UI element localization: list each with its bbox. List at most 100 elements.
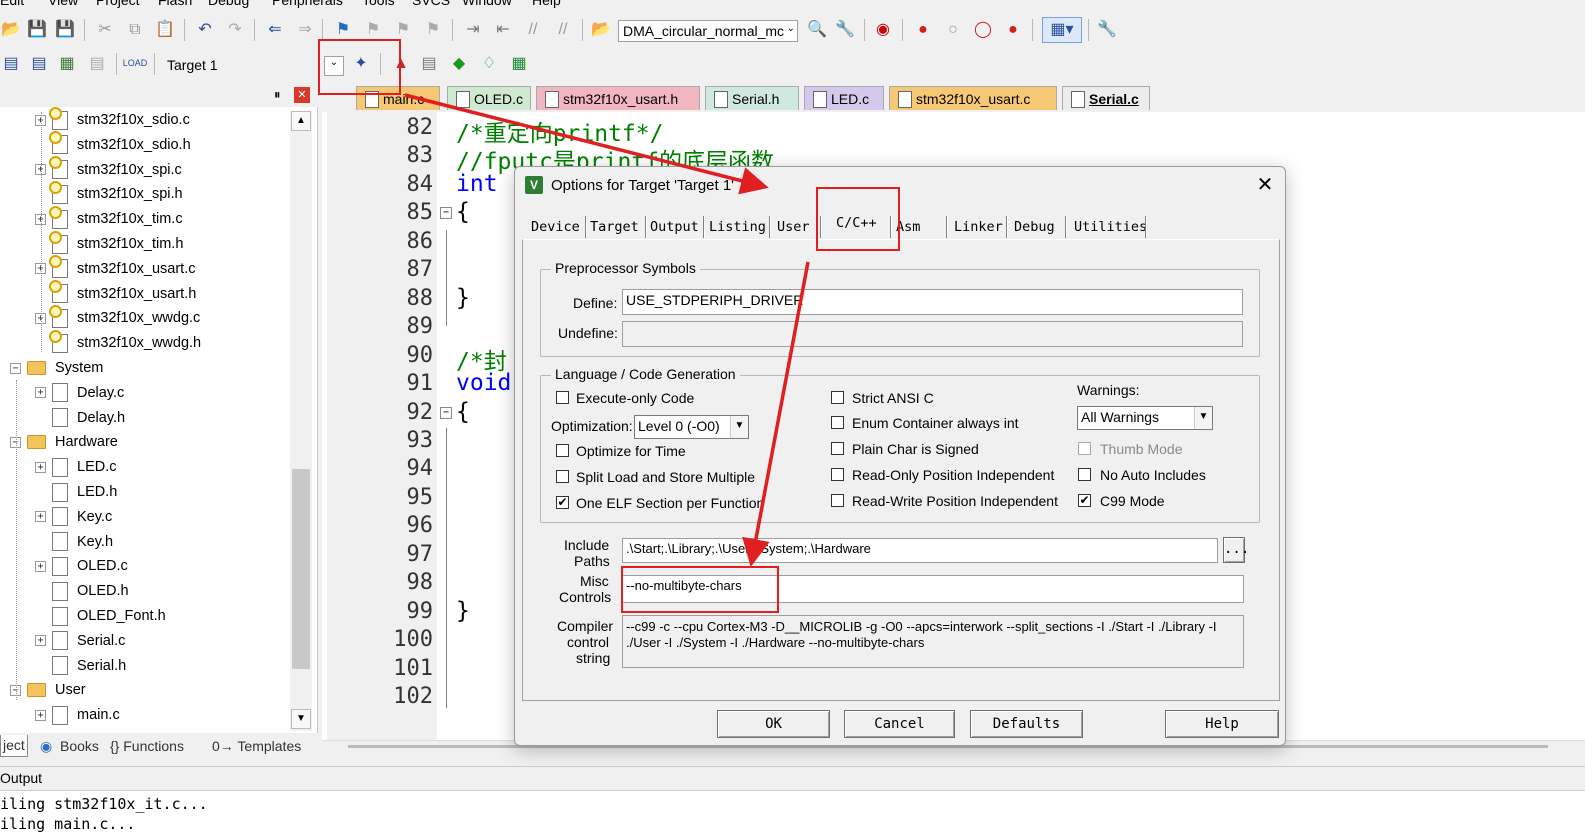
editor-tab[interactable]: stm32f10x_usart.c: [889, 86, 1057, 110]
tree-file[interactable]: + stm32f10x_wwdg.c: [35, 304, 200, 330]
editor-tab[interactable]: OLED.c: [447, 86, 531, 110]
editor-tab[interactable]: Serial.h: [705, 86, 799, 110]
dialog-tab[interactable]: Listing: [709, 216, 766, 238]
tree-file[interactable]: OLED.h: [35, 579, 129, 603]
code-line[interactable]: void: [456, 370, 511, 396]
tree-folder[interactable]: − Hardware: [10, 430, 118, 454]
bookmark-next-icon[interactable]: ⚑: [392, 19, 414, 41]
tree-file[interactable]: + LED.c: [35, 455, 117, 479]
menu-peripherals[interactable]: Peripherals: [272, 0, 343, 8]
scroll-thumb[interactable]: [292, 469, 310, 669]
thumb-mode-checkbox[interactable]: [1078, 442, 1091, 455]
project-scrollbar[interactable]: ▲ ▼: [290, 111, 312, 731]
breakpoint-icon[interactable]: ●: [912, 19, 934, 41]
no-auto-includes-checkbox[interactable]: [1078, 468, 1091, 481]
fold-icon[interactable]: −: [440, 207, 452, 220]
tab-templates[interactable]: 0→ Templates: [212, 738, 301, 754]
tree-file[interactable]: stm32f10x_tim.h: [35, 230, 183, 256]
redo-icon[interactable]: ↷: [224, 19, 246, 41]
tree-folder[interactable]: − System: [10, 356, 103, 380]
execute-only-checkbox[interactable]: [556, 391, 569, 404]
find-in-files-icon[interactable]: 📂: [590, 19, 612, 41]
uncomment-icon[interactable]: //: [552, 19, 574, 41]
strict-ansi-checkbox[interactable]: [831, 391, 844, 404]
dialog-tab[interactable]: Device: [531, 216, 580, 238]
editor-tab[interactable]: LED.c: [804, 86, 884, 110]
tree-file[interactable]: OLED_Font.h: [35, 604, 166, 628]
scroll-up-icon[interactable]: ▲: [291, 111, 311, 131]
code-line[interactable]: }: [456, 285, 470, 311]
c99-mode-checkbox[interactable]: ✔: [1078, 494, 1091, 507]
plain-char-checkbox[interactable]: [831, 442, 844, 455]
expand-icon[interactable]: +: [35, 709, 46, 721]
close-icon[interactable]: ✕: [1254, 174, 1276, 196]
code-line[interactable]: {: [456, 199, 470, 225]
tree-file[interactable]: + stm32f10x_sdio.c: [35, 106, 190, 132]
editor-tab[interactable]: stm32f10x_usart.h: [536, 86, 700, 110]
optimization-select[interactable]: Level 0 (-O0) ▼: [634, 415, 749, 439]
window-layout-icon[interactable]: ▦▾: [1042, 17, 1082, 43]
menu-project[interactable]: Project: [96, 0, 140, 8]
tree-file[interactable]: + stm32f10x_tim.c: [35, 205, 183, 231]
rebuild-icon[interactable]: ▦: [56, 53, 78, 75]
tree-file[interactable]: stm32f10x_usart.h: [35, 280, 196, 306]
split-load-checkbox[interactable]: [556, 470, 569, 483]
dialog-tab[interactable]: Linker: [954, 216, 1003, 238]
tab-books[interactable]: Books: [60, 738, 99, 754]
include-paths-input[interactable]: .\Start;.\Library;.\User;.\System;.\Hard…: [622, 538, 1218, 563]
cut-icon[interactable]: ✂: [94, 19, 116, 41]
tree-file[interactable]: + OLED.c: [35, 554, 128, 578]
tree-file[interactable]: Delay.h: [35, 406, 125, 430]
undefine-input[interactable]: [622, 321, 1243, 347]
editor-tab[interactable]: Serial.c: [1062, 86, 1150, 110]
expand-icon[interactable]: +: [35, 461, 46, 473]
copy-icon[interactable]: ⧉: [124, 19, 146, 41]
tree-file[interactable]: stm32f10x_wwdg.h: [35, 329, 201, 355]
dialog-tab[interactable]: User: [777, 216, 810, 238]
defaults-button[interactable]: Defaults: [970, 710, 1083, 738]
one-elf-checkbox[interactable]: ✔: [556, 496, 569, 509]
tab-project[interactable]: ject: [0, 735, 28, 757]
menu-view[interactable]: View: [48, 0, 78, 8]
component-icon[interactable]: ▦: [508, 53, 530, 75]
bookmark-icon[interactable]: ⚑: [332, 19, 354, 41]
menu-window[interactable]: Window: [462, 0, 512, 8]
expand-icon[interactable]: +: [35, 511, 46, 523]
tree-file[interactable]: stm32f10x_sdio.h: [35, 131, 191, 157]
dialog-tab[interactable]: Output: [650, 216, 699, 238]
batch-build-icon[interactable]: ▤: [86, 53, 108, 75]
menu-debug[interactable]: Debug: [208, 0, 249, 8]
close-pane-icon[interactable]: ✕: [294, 87, 310, 103]
menu-edit[interactable]: Edit: [0, 0, 24, 8]
breakpoint-disable-all-icon[interactable]: ◯: [972, 19, 994, 41]
warnings-select[interactable]: All Warnings ▼: [1077, 406, 1213, 430]
tab-functions[interactable]: {} Functions: [110, 738, 184, 754]
save-icon[interactable]: 💾: [26, 19, 48, 41]
unindent-icon[interactable]: ⇤: [492, 19, 514, 41]
menu-tools[interactable]: Tools: [362, 0, 395, 8]
dialog-tab[interactable]: Utilities: [1074, 216, 1147, 238]
breakpoint-kill-all-icon[interactable]: ●: [1002, 19, 1024, 41]
manage-runtime-icon[interactable]: ◆: [448, 53, 470, 75]
tree-file[interactable]: Key.h: [35, 530, 113, 554]
tree-file[interactable]: + Serial.c: [35, 629, 125, 653]
tree-file[interactable]: Serial.h: [35, 654, 126, 678]
menu-svcs[interactable]: SVCS: [412, 0, 450, 8]
menu-flash[interactable]: Flash: [158, 0, 192, 8]
tree-file[interactable]: + main.c: [35, 703, 120, 727]
incremental-find-icon[interactable]: 🔧: [834, 19, 856, 41]
code-line[interactable]: {: [456, 399, 470, 425]
tree-file[interactable]: + Key.c: [35, 505, 112, 529]
cancel-button[interactable]: Cancel: [844, 710, 955, 738]
tree-file[interactable]: stm32f10x_spi.h: [35, 180, 183, 206]
target-combo[interactable]: Target 1: [162, 54, 338, 76]
save-all-icon[interactable]: 💾: [54, 19, 76, 41]
translate-icon[interactable]: ▤: [0, 53, 22, 75]
help-button[interactable]: Help: [1165, 710, 1279, 738]
debug-session-icon[interactable]: ◉: [872, 19, 894, 41]
undo-icon[interactable]: ↶: [194, 19, 216, 41]
collapse-icon[interactable]: −: [10, 362, 21, 374]
tree-file[interactable]: LED.h: [35, 480, 117, 504]
bookmark-clear-icon[interactable]: ⚑: [422, 19, 444, 41]
ro-pi-checkbox[interactable]: [831, 468, 844, 481]
